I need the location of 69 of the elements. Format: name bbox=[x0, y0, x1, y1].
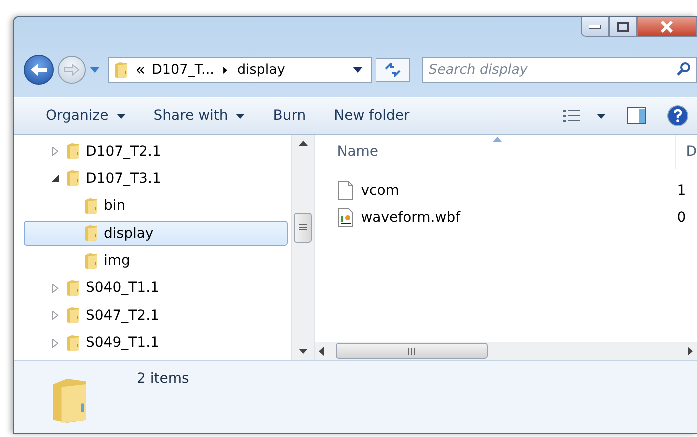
file-icon bbox=[337, 180, 356, 200]
tree-item[interactable]: D107_T3.1 bbox=[24, 166, 288, 192]
column-header[interactable]: D bbox=[675, 135, 697, 169]
collapse-icon[interactable] bbox=[51, 174, 60, 184]
file-name[interactable]: vcom bbox=[361, 182, 400, 198]
tree-item[interactable]: S047_T2.1 bbox=[24, 303, 288, 328]
preview-pane-icon[interactable] bbox=[627, 107, 647, 125]
caret-icon bbox=[236, 114, 246, 118]
recent-pages-icon[interactable] bbox=[90, 67, 100, 73]
scroll-right-icon[interactable] bbox=[688, 346, 693, 356]
tree-item[interactable]: display bbox=[24, 221, 288, 246]
chevron-icon bbox=[222, 66, 230, 74]
sort-arrow-icon bbox=[493, 137, 502, 142]
expand-icon[interactable] bbox=[51, 147, 60, 156]
breadcrumb[interactable]: D107_T... bbox=[152, 62, 214, 78]
scroll-down-icon[interactable] bbox=[298, 349, 308, 354]
folder-icon bbox=[65, 142, 81, 161]
tree-item[interactable]: S040_T1.1 bbox=[24, 276, 288, 301]
tree-item[interactable]: img bbox=[24, 248, 288, 274]
caret-icon bbox=[116, 114, 126, 118]
back-arrow-icon bbox=[30, 63, 48, 77]
search-icon bbox=[677, 62, 691, 76]
folder-icon bbox=[65, 278, 81, 298]
view-options-icon[interactable] bbox=[563, 109, 607, 123]
table-cell: 1 bbox=[677, 182, 686, 198]
expand-icon[interactable] bbox=[51, 338, 60, 348]
status-text: 2 items bbox=[137, 371, 190, 387]
scroll-up-icon[interactable] bbox=[298, 141, 308, 146]
maximize-icon bbox=[617, 22, 629, 32]
tree-item[interactable]: D107_T2.1 bbox=[24, 139, 288, 164]
tree-item[interactable]: S049_T1.1 bbox=[24, 330, 288, 356]
close-icon bbox=[660, 20, 674, 32]
toolbar-button[interactable]: Organize bbox=[36, 104, 136, 128]
refresh-button[interactable] bbox=[376, 58, 410, 82]
address-bar[interactable]: D107_T... display bbox=[108, 57, 372, 83]
vertical-scrollbar[interactable] bbox=[290, 135, 314, 360]
folder-icon bbox=[65, 306, 81, 326]
search-field[interactable]: Search display bbox=[422, 57, 697, 83]
image-file-icon bbox=[337, 208, 356, 228]
dropdown-icon[interactable] bbox=[353, 67, 363, 73]
double-chevron-icon bbox=[137, 66, 144, 74]
forward-arrow-icon bbox=[64, 64, 80, 76]
grip-icon bbox=[299, 224, 308, 231]
horizontal-scrollbar[interactable] bbox=[315, 342, 697, 360]
folder-icon bbox=[83, 252, 99, 271]
back-button[interactable] bbox=[24, 55, 54, 85]
grip-icon bbox=[408, 348, 416, 354]
folder-icon bbox=[83, 224, 99, 244]
toolbar-button[interactable]: Burn bbox=[263, 104, 316, 128]
toolbar-button[interactable]: Share with bbox=[144, 104, 256, 128]
folder-icon bbox=[65, 334, 81, 353]
breadcrumb[interactable]: display bbox=[237, 62, 286, 78]
table-cell: 0 bbox=[677, 210, 686, 226]
tree-item[interactable]: bin bbox=[24, 194, 288, 219]
folder-icon bbox=[65, 169, 81, 188]
minimize-icon bbox=[589, 24, 601, 28]
folder-icon bbox=[113, 60, 129, 80]
minimize-button[interactable] bbox=[581, 17, 609, 37]
expand-icon[interactable] bbox=[51, 311, 60, 320]
refresh-icon bbox=[384, 63, 402, 77]
close-button[interactable] bbox=[637, 17, 697, 37]
scroll-left-icon[interactable] bbox=[319, 346, 324, 356]
toolbar-button[interactable]: New folder bbox=[324, 104, 420, 128]
help-icon[interactable] bbox=[667, 105, 689, 127]
folder-icon bbox=[83, 196, 99, 216]
maximize-button[interactable] bbox=[609, 17, 637, 37]
expand-icon[interactable] bbox=[51, 284, 60, 293]
column-header[interactable]: Name bbox=[315, 144, 676, 160]
file-name[interactable]: waveform.wbf bbox=[361, 210, 461, 226]
